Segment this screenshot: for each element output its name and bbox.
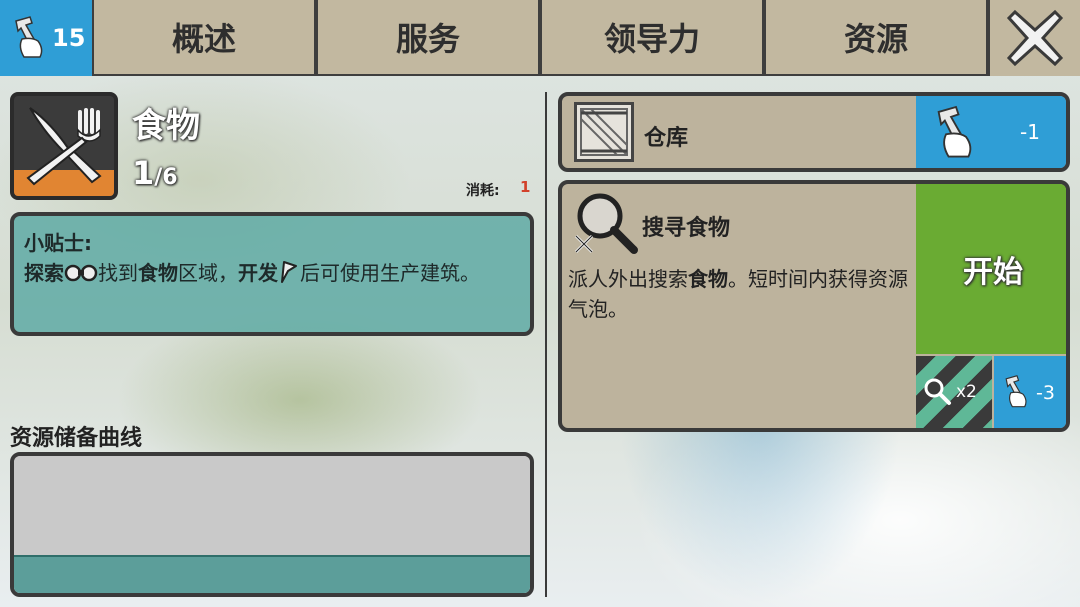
resource-capacity: /6 — [154, 165, 178, 190]
fork-knife-icon — [26, 107, 102, 186]
warehouse-row[interactable]: 仓库 -1 — [558, 92, 1070, 172]
resource-name: 食物 — [132, 106, 200, 146]
tab-services[interactable]: 服务 — [318, 0, 538, 74]
multiplier-label: x2 — [956, 382, 977, 402]
chart-area-series — [14, 556, 530, 593]
magnifier-small-icon — [924, 378, 951, 405]
tab-overview[interactable]: 概述 — [94, 0, 314, 74]
tips-title: 小贴士: — [24, 231, 92, 255]
chart-title: 资源储备曲线 — [10, 426, 143, 451]
tab-leadership[interactable]: 领导力 — [542, 0, 762, 74]
worker-icon — [937, 105, 972, 158]
tips-explore: 探索 — [24, 261, 64, 285]
task-cost: -3 — [1036, 382, 1055, 404]
tips-panel: 小贴士: 探索 找到食物区域，开发 后可使用生产建筑。 — [10, 212, 534, 336]
task-title: 搜寻食物 — [642, 216, 731, 241]
magnifier-icon — [574, 193, 638, 254]
crate-icon — [574, 102, 634, 162]
speed-multiplier-slot[interactable]: x2 — [916, 356, 992, 428]
tips-rest: 后可使用生产建筑。 — [300, 261, 480, 285]
tips-body: 探索 找到食物区域，开发 后可使用生产建筑。 — [24, 258, 520, 288]
task-description: 派人外出搜索食物。短时间内获得资源气泡。 — [568, 264, 913, 324]
task-worker-slot[interactable]: -3 — [994, 356, 1066, 428]
flag-icon — [281, 261, 297, 283]
tab-resources-label: 资源 — [843, 20, 908, 58]
consume-label: 消耗: — [466, 183, 500, 199]
task-desc-part1: 派人外出搜索 — [568, 267, 688, 291]
tab-services-label: 服务 — [395, 20, 460, 58]
tab-resources[interactable]: 资源 — [766, 0, 986, 74]
tips-develop: 开发 — [238, 261, 278, 285]
tips-find: 找到 — [98, 261, 138, 285]
chart-svg — [14, 456, 530, 593]
tips-area: 区域， — [178, 261, 238, 285]
tips-food: 食物 — [138, 261, 178, 285]
warehouse-worker-slot[interactable]: -1 — [916, 96, 1066, 168]
close-button[interactable] — [990, 0, 1080, 76]
column-divider — [545, 92, 547, 597]
warehouse-cost: -1 — [1020, 120, 1040, 144]
close-icon — [1006, 9, 1064, 67]
task-desc-food: 食物 — [688, 267, 728, 291]
worker-icon — [1005, 375, 1027, 408]
start-button-label: 开始 — [963, 255, 1023, 290]
worker-icon — [15, 16, 43, 58]
worker-count-tab[interactable]: 15 — [0, 0, 92, 76]
warehouse-label: 仓库 — [644, 126, 689, 151]
consume-value: 1 — [520, 178, 531, 196]
tab-overview-label: 概述 — [171, 20, 236, 58]
resource-reserve-chart — [10, 452, 534, 597]
food-resource-icon-box — [10, 92, 118, 200]
resource-amount: 1/6 — [132, 154, 178, 192]
tab-leadership-label: 领导力 — [603, 20, 700, 58]
search-food-task: 搜寻食物 派人外出搜索食物。短时间内获得资源气泡。 开始 x2 -3 — [558, 180, 1070, 432]
binoculars-icon — [64, 264, 98, 282]
worker-count: 15 — [52, 24, 86, 52]
start-button[interactable]: 开始 — [916, 184, 1066, 354]
resource-count: 1 — [132, 154, 155, 192]
